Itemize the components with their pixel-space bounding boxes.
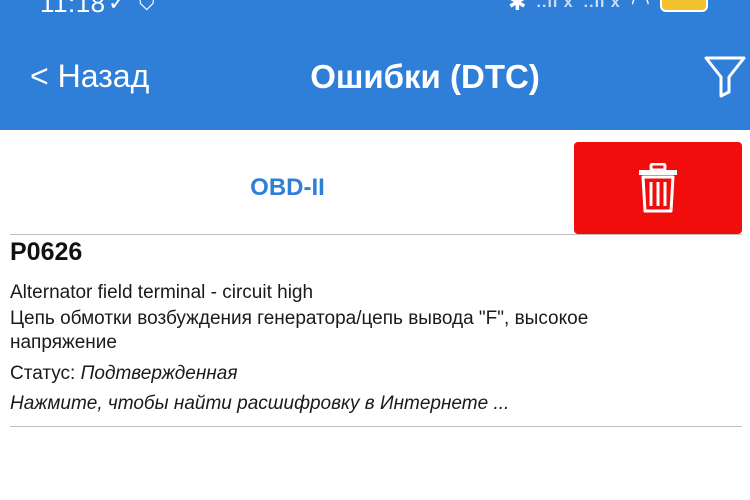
dtc-code: P0626 <box>10 238 83 266</box>
shield-icon: ⛉ <box>138 0 155 15</box>
app-header: 11:18 ✓ ⛉ ✱ ..ll x ..ll x ◠ < Назад Ошиб… <box>0 0 750 130</box>
dtc-description-ru: Цепь обмотки возбуждения генератора/цепь… <box>10 308 589 329</box>
bluetooth-icon: ✱ <box>508 0 527 15</box>
status-time: 11:18 <box>40 0 106 16</box>
dtc-search-link[interactable]: Нажмите, чтобы найти расшифровку в Интер… <box>10 393 509 415</box>
signal-strength-1: ..ll x <box>536 0 574 11</box>
dtc-list-item[interactable]: P0626 Alternator field terminal - circui… <box>10 236 742 426</box>
signal-strength-2: ..ll x <box>583 0 621 11</box>
delete-all-button[interactable] <box>574 142 742 234</box>
divider <box>10 234 742 235</box>
dtc-status: Статус: Подтвержденная <box>10 363 237 385</box>
page-title: Ошибки (DTC) <box>310 58 540 95</box>
tab-obd-ii[interactable]: OBD-II <box>0 142 575 234</box>
wifi-icon: ◠ <box>630 0 650 15</box>
dtc-status-label: Статус: <box>10 363 81 384</box>
status-bar: 11:18 ✓ ⛉ ✱ ..ll x ..ll x ◠ <box>0 0 750 16</box>
trash-icon <box>639 163 677 213</box>
filter-button[interactable] <box>703 54 747 98</box>
filter-icon <box>704 56 746 98</box>
status-icons-right: ✱ ..ll x ..ll x ◠ <box>508 0 708 16</box>
dtc-description-en: Alternator field terminal - circuit high <box>10 282 314 303</box>
dtc-description-ru-cont: напряжение <box>10 332 117 353</box>
status-icons-left: ✓ ⛉ <box>108 0 155 16</box>
dtc-status-value: Подтвержденная <box>80 363 238 384</box>
divider <box>10 426 742 427</box>
battery-icon <box>660 0 708 12</box>
check-circle-icon: ✓ <box>108 0 127 15</box>
